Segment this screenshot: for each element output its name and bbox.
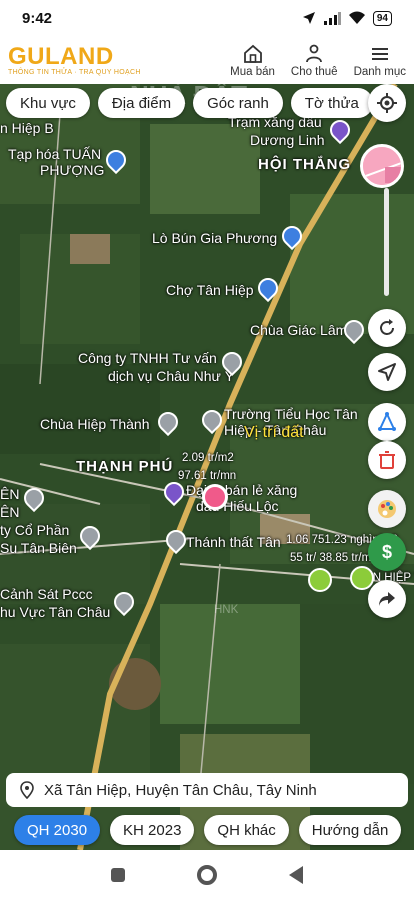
map-label-vi-tri-dat: Vị trí đất — [244, 424, 304, 441]
map-label-cty-cp-2: Su Tân Biên — [0, 540, 77, 556]
opacity-slider-thumb[interactable] — [360, 144, 404, 188]
trash-icon — [379, 451, 395, 469]
my-location-button[interactable] — [368, 84, 406, 122]
nav-cho-thue[interactable]: Cho thuê — [291, 43, 338, 78]
tab-kh-2023[interactable]: KH 2023 — [110, 815, 195, 845]
filter-chips: Khu vực Địa điểm Góc ranh Tờ thửa — [6, 88, 373, 118]
tab-huong-dan[interactable]: Hướng dẫn — [298, 815, 402, 845]
signal-icon — [323, 11, 341, 25]
map-label-tap-hoa-2: PHƯỢNG — [40, 162, 105, 178]
tab-qh-2030[interactable]: QH 2030 — [14, 815, 101, 845]
logo-tagline: THÔNG TIN THỬA · TRA QUY HOẠCH — [8, 68, 141, 76]
dollar-icon: $ — [382, 542, 392, 562]
layer-color-button[interactable] — [368, 490, 406, 528]
logo-text: GULAND — [8, 42, 114, 70]
map-label-cty-cp-1: ty Cổ Phần — [0, 522, 70, 538]
chip-to-thua[interactable]: Tờ thửa — [290, 88, 373, 118]
battery-level: 94 — [372, 10, 392, 26]
map-label-chua-hiep-thanh: Chùa Hiệp Thành — [40, 416, 150, 432]
map-label-price-4: 55 tr/ 38.85 tr/m — [290, 552, 372, 564]
map-label-canh-sat-1: Cảnh Sát Pccc — [0, 586, 93, 602]
map-label-en-2: ÊN — [0, 504, 20, 520]
chip-goc-ranh[interactable]: Góc ranh — [193, 88, 283, 118]
map-pin-icon — [20, 781, 34, 799]
system-navigation-bar — [0, 850, 414, 900]
price-button[interactable]: $ — [368, 533, 406, 571]
address-bar[interactable]: Xã Tân Hiệp, Huyện Tân Châu, Tây Ninh — [6, 773, 408, 807]
satellite-imagery — [0, 84, 414, 850]
map-label-cho: Chợ Tân Hiệp — [166, 282, 254, 298]
recent-apps-icon[interactable] — [111, 868, 125, 882]
measure-triangle-icon — [378, 412, 396, 431]
map-label-lo-bun: Lò Bún Gia Phương — [152, 230, 278, 246]
map-label-cong-ty-1: Công ty TNHH Tư vấn — [78, 350, 217, 366]
guland-logo[interactable]: GULAND THÔNG TIN THỬA · TRA QUY HOẠCH — [8, 42, 141, 76]
chip-dia-diem[interactable]: Địa điểm — [97, 88, 186, 118]
map-label-en-1: ÊN — [0, 486, 20, 502]
location-arrow-icon — [302, 12, 315, 24]
nav-cho-thue-label: Cho thuê — [290, 65, 338, 78]
status-time: 9:42 — [22, 9, 53, 27]
share-button[interactable] — [368, 580, 406, 618]
parcel-marker-green[interactable] — [350, 566, 374, 590]
header-nav: Mua bán Cho thuê Danh mục — [230, 43, 406, 78]
map-label-thanh-that: Thánh thất Tân — [186, 534, 281, 550]
crosshair-icon — [377, 93, 397, 113]
menu-icon — [371, 47, 388, 60]
delete-button[interactable] — [368, 441, 406, 479]
map-label-truong-1: Trường Tiểu Học Tân — [224, 406, 358, 422]
person-key-icon — [306, 44, 323, 62]
nav-mua-ban-label: Mua bán — [230, 65, 275, 78]
map-label-price-1: 2.09 tr/m2 — [182, 452, 234, 464]
navigate-button[interactable] — [368, 353, 406, 391]
map-label-hiep-b: n Hiệp B — [0, 120, 54, 136]
opacity-slider-track[interactable] — [384, 188, 389, 296]
app-header: GULAND THÔNG TIN THỬA · TRA QUY HOẠCH Mu… — [0, 36, 414, 84]
share-arrow-icon — [379, 592, 395, 606]
selected-parcel-marker[interactable] — [202, 484, 228, 510]
back-icon[interactable] — [289, 866, 303, 884]
navigation-arrow-icon — [378, 363, 396, 381]
watermark-hnk: HNK — [214, 604, 239, 616]
wifi-icon — [348, 11, 365, 24]
house-icon — [243, 44, 262, 63]
map-label-duong-linh: Dương Linh — [250, 132, 325, 148]
map-label-cong-ty-2: dịch vụ Châu Như Ý — [108, 368, 235, 384]
map-label-price-2: 97.61 tr/mn — [178, 470, 237, 482]
chip-khu-vuc[interactable]: Khu vực — [6, 88, 90, 118]
nav-mua-ban[interactable]: Mua bán — [230, 43, 275, 78]
refresh-icon — [380, 319, 394, 335]
refresh-button[interactable] — [368, 309, 406, 347]
svg-text:$: $ — [382, 542, 392, 562]
palette-icon — [378, 500, 396, 518]
satellite-map[interactable]: n Hiệp B Trạm xăng dầu Dương Linh HỘI TH… — [0, 84, 414, 850]
measure-button[interactable] — [368, 403, 406, 441]
home-icon[interactable] — [197, 865, 217, 885]
tab-qh-khac[interactable]: QH khác — [204, 815, 289, 845]
plan-tabs: QH 2030 KH 2023 QH khác Hướng dẫn — [14, 815, 402, 845]
map-label-hoi-thang: HỘI THẮNG — [258, 156, 352, 173]
map-label-tap-hoa: Tạp hóa TUẤN — [8, 146, 102, 162]
status-icons: 94 — [302, 10, 392, 26]
nav-danh-muc-label: Danh mục — [353, 65, 406, 78]
map-label-canh-sat-2: hu Vực Tân Châu — [0, 604, 111, 620]
map-label-chua-giac-lam: Chùa Giác Lâm — [250, 322, 348, 338]
status-bar: 9:42 94 — [0, 0, 414, 36]
nav-danh-muc[interactable]: Danh mục — [354, 43, 406, 78]
map-label-thanh-phu: THẠNH PHÚ — [76, 458, 174, 475]
address-text: Xã Tân Hiệp, Huyện Tân Châu, Tây Ninh — [44, 781, 317, 799]
parcel-marker-green[interactable] — [308, 568, 332, 592]
